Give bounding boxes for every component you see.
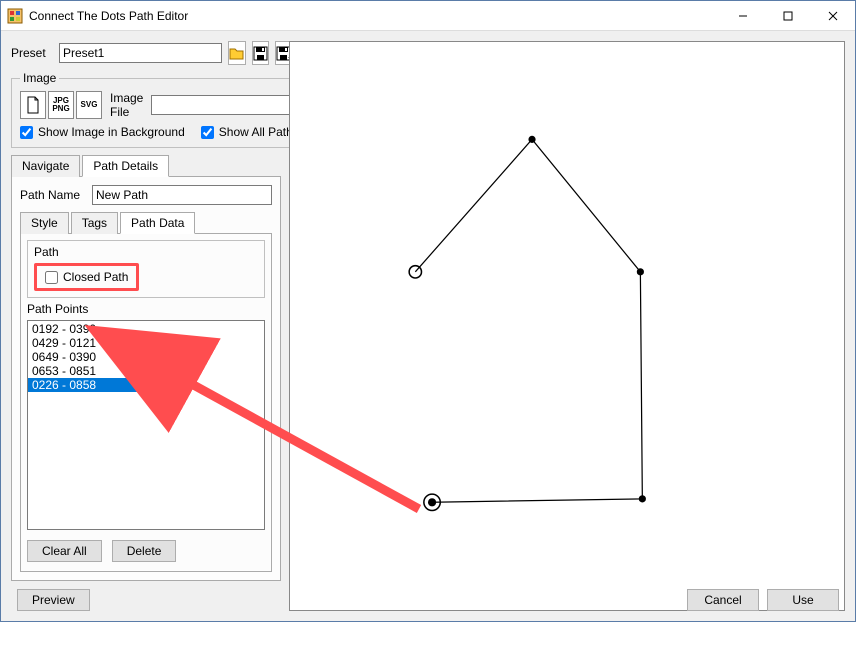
app-icon: [7, 8, 23, 24]
use-button[interactable]: Use: [767, 589, 839, 611]
tab-tags[interactable]: Tags: [71, 212, 118, 234]
path-group-legend: Path: [34, 245, 258, 259]
app-window: Connect The Dots Path Editor Preset: [0, 0, 856, 622]
minimize-button[interactable]: [720, 2, 765, 30]
delete-button[interactable]: Delete: [112, 540, 177, 562]
window-title: Connect The Dots Path Editor: [29, 9, 720, 23]
closed-path-highlight: Closed Path: [34, 263, 139, 291]
jpg-png-filetype[interactable]: JPG PNG: [48, 91, 74, 119]
close-button[interactable]: [810, 2, 855, 30]
tab-path-data[interactable]: Path Data: [120, 212, 195, 234]
tab-navigate[interactable]: Navigate: [11, 155, 80, 177]
image-group: Image JPG PNG SVG Image File Show Image …: [11, 71, 323, 148]
tab-style[interactable]: Style: [20, 212, 69, 234]
left-panel: Preset + Image: [11, 41, 281, 611]
save-icon[interactable]: [252, 41, 269, 65]
cancel-button[interactable]: Cancel: [687, 589, 759, 611]
titlebar: Connect The Dots Path Editor: [1, 1, 855, 31]
list-item[interactable]: 0429 - 0121: [28, 336, 264, 350]
preset-input[interactable]: [59, 43, 222, 63]
svg-filetype[interactable]: SVG: [76, 91, 102, 119]
doc-icon[interactable]: [20, 91, 46, 119]
tab-path-details[interactable]: Path Details: [82, 155, 169, 177]
preview-button[interactable]: Preview: [17, 589, 90, 611]
list-item[interactable]: 0649 - 0390: [28, 350, 264, 364]
list-item[interactable]: 0192 - 0390: [28, 322, 264, 336]
points-legend: Path Points: [27, 302, 265, 316]
image-group-legend: Image: [20, 71, 59, 85]
main-tabs: Navigate Path Details: [11, 154, 281, 177]
open-icon[interactable]: [228, 41, 246, 65]
show-bg-checkbox[interactable]: Show Image in Background: [20, 125, 185, 139]
closed-path-checkbox[interactable]: Closed Path: [45, 270, 128, 284]
path-name-input[interactable]: [92, 185, 272, 205]
sub-tabs: Style Tags Path Data: [20, 211, 272, 234]
path-group: Path Closed Path: [27, 240, 265, 298]
list-item[interactable]: 0226 - 0858: [28, 378, 146, 392]
path-name-label: Path Name: [20, 188, 86, 202]
show-all-paths-checkbox[interactable]: Show All Paths: [201, 125, 299, 139]
clear-all-button[interactable]: Clear All: [27, 540, 102, 562]
path-data-page: Path Closed Path Path Points 0192 - 0390…: [20, 234, 272, 572]
drawing-canvas[interactable]: [289, 41, 845, 611]
path-preview: [290, 42, 844, 610]
path-details-page: Path Name Style Tags Path Data Path: [11, 177, 281, 581]
preset-label: Preset: [11, 46, 53, 60]
maximize-button[interactable]: [765, 2, 810, 30]
list-item[interactable]: 0653 - 0851: [28, 364, 264, 378]
path-points-listbox[interactable]: 0192 - 03900429 - 01210649 - 03900653 - …: [27, 320, 265, 530]
image-file-label: Image File: [110, 91, 143, 119]
